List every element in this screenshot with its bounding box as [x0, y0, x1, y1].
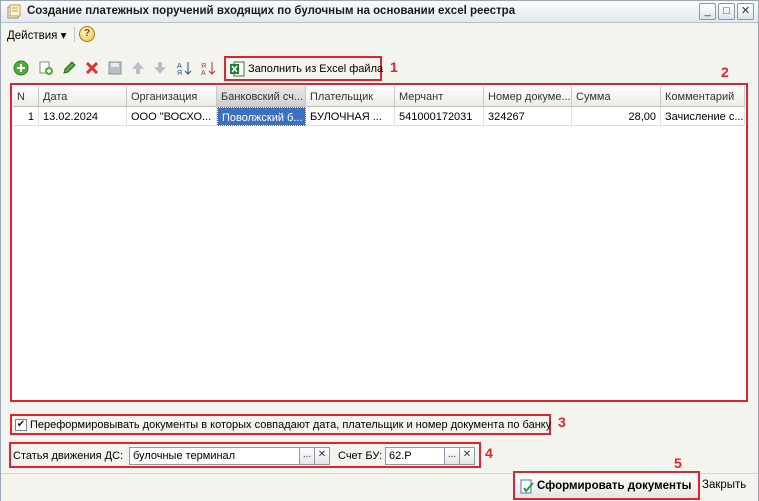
main-window: Создание платежных поручений входящих по…: [0, 0, 759, 501]
cell-organization[interactable]: ООО "ВОСХО...: [127, 107, 217, 126]
move-up-icon[interactable]: [130, 60, 146, 76]
add-icon[interactable]: [13, 60, 29, 76]
annotation-3: 3: [558, 414, 566, 430]
cell-number[interactable]: 1: [13, 107, 39, 126]
window-title: Создание платежных поручений входящих по…: [27, 5, 516, 17]
fill-from-excel-button[interactable]: Заполнить из Excel файла: [224, 56, 384, 81]
cash-flow-label: Статья движения ДС:: [13, 450, 124, 462]
sort-asc-icon[interactable]: А Я: [176, 60, 192, 76]
close-button[interactable]: Закрыть: [702, 479, 746, 491]
menu-divider: [74, 27, 75, 42]
cell-amount[interactable]: 28,00: [572, 107, 661, 126]
title-bar: Создание платежных поручений входящих по…: [1, 1, 758, 23]
cash-flow-select-button[interactable]: ...: [299, 447, 315, 465]
minimize-button[interactable]: _: [699, 3, 716, 20]
maximize-button[interactable]: □: [718, 3, 735, 20]
column-header[interactable]: Сумма: [572, 86, 661, 106]
reform-checkbox-label[interactable]: Переформировывать документы в которых со…: [30, 419, 551, 431]
svg-text:Я: Я: [177, 70, 182, 76]
annotation-1: 1: [390, 59, 398, 75]
column-header[interactable]: Комментарий: [661, 86, 745, 106]
column-header[interactable]: N: [13, 86, 39, 106]
fill-from-excel-label: Заполнить из Excel файла: [248, 63, 384, 75]
account-label: Счет БУ:: [338, 450, 383, 462]
table-header: N Дата Организация Банковский сч... Плат…: [13, 86, 745, 107]
cell-merchant[interactable]: 541000172031: [395, 107, 484, 126]
cell-date[interactable]: 13.02.2024: [39, 107, 127, 126]
account-clear-icon[interactable]: ✕: [459, 447, 475, 465]
menu-bar: Действия ▾ ?: [1, 23, 758, 46]
delete-icon[interactable]: [84, 60, 100, 76]
column-header[interactable]: Банковский сч...: [217, 86, 306, 106]
cell-bank-account[interactable]: Поволжский б...: [217, 107, 306, 126]
save-icon[interactable]: [107, 60, 123, 76]
copy-icon[interactable]: [38, 60, 54, 76]
sort-desc-icon[interactable]: Я А: [200, 60, 216, 76]
annotation-2: 2: [721, 64, 729, 80]
close-window-button[interactable]: ✕: [737, 3, 754, 20]
generate-documents-label: Сформировать документы: [537, 480, 692, 492]
column-header[interactable]: Организация: [127, 86, 217, 106]
cash-flow-clear-icon[interactable]: ✕: [314, 447, 330, 465]
svg-text:А: А: [201, 70, 206, 76]
cash-flow-field[interactable]: булочные терминал: [129, 447, 300, 465]
cell-doc-number[interactable]: 324267: [484, 107, 572, 126]
form-icon: [7, 4, 21, 19]
edit-icon[interactable]: [61, 60, 77, 76]
cell-payer[interactable]: БУЛОЧНАЯ ...: [306, 107, 395, 126]
fields-row: Статья движения ДС: булочные терминал ..…: [9, 442, 481, 468]
annotation-5: 5: [674, 455, 682, 471]
reform-checkbox[interactable]: ✔: [15, 419, 27, 431]
table-row[interactable]: 1 13.02.2024 ООО "ВОСХО... Поволжский б.…: [13, 107, 745, 126]
generate-icon: [520, 479, 534, 494]
reform-option: ✔ Переформировывать документы в которых …: [10, 414, 551, 435]
move-down-icon[interactable]: [152, 60, 168, 76]
column-header[interactable]: Дата: [39, 86, 127, 106]
generate-documents-button[interactable]: Сформировать документы: [513, 471, 700, 500]
account-select-button[interactable]: ...: [444, 447, 460, 465]
svg-text:А: А: [177, 63, 182, 70]
svg-text:Я: Я: [201, 63, 206, 70]
annotation-4: 4: [485, 445, 493, 461]
column-header[interactable]: Мерчант: [395, 86, 484, 106]
column-header[interactable]: Плательщик: [306, 86, 395, 106]
cell-comment[interactable]: Зачисление с...: [661, 107, 745, 126]
account-field[interactable]: 62.Р: [385, 447, 445, 465]
documents-table[interactable]: N Дата Организация Банковский сч... Плат…: [10, 83, 748, 402]
help-icon[interactable]: ?: [79, 26, 95, 42]
column-header[interactable]: Номер докуме...: [484, 86, 572, 106]
excel-icon: [230, 61, 245, 77]
actions-menu[interactable]: Действия ▾: [7, 28, 66, 42]
